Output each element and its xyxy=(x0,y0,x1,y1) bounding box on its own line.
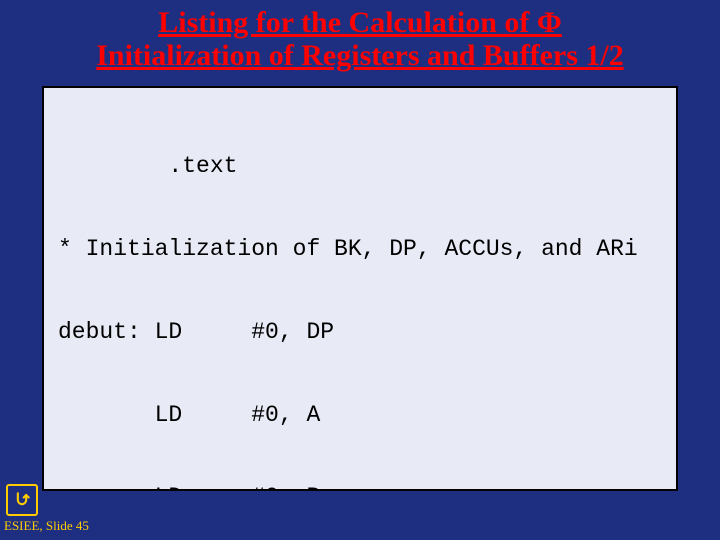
title-line-2: Initialization of Registers and Buffers … xyxy=(96,39,623,72)
return-icon[interactable] xyxy=(6,484,38,516)
code-listing: .text * Initialization of BK, DP, ACCUs,… xyxy=(42,86,678,491)
u-turn-arrow-icon xyxy=(12,490,32,510)
code-line: debut: LD #0, DP xyxy=(58,319,662,347)
code-line: LD #0, A xyxy=(58,402,662,430)
slide-footer: ESIEE, Slide 45 xyxy=(4,518,89,534)
code-line: .text xyxy=(58,153,662,181)
title-line-1: Listing for the Calculation of Φ xyxy=(158,6,562,39)
code-line: LD #0, B xyxy=(58,484,662,491)
code-line: * Initialization of BK, DP, ACCUs, and A… xyxy=(58,236,662,264)
slide: Listing for the Calculation of Φ Initial… xyxy=(0,0,720,540)
slide-title: Listing for the Calculation of Φ Initial… xyxy=(0,6,720,72)
